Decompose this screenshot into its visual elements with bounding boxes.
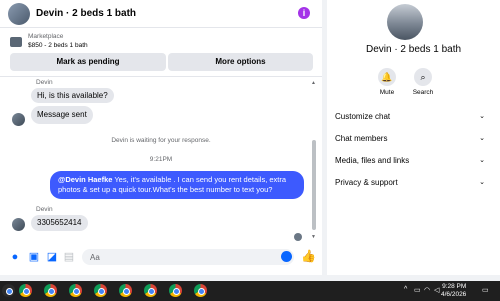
section-chat-members[interactable]: Chat members ⌄ — [335, 134, 485, 148]
gif-icon[interactable]: ▤ — [63, 251, 75, 263]
chevron-up-icon[interactable]: ^ — [404, 286, 407, 293]
message-timestamp: 9:21PM — [149, 156, 173, 163]
section-label: Media, files and links — [335, 156, 410, 165]
chat-panel: Devin · 2 beds 1 bath i Marketplace $850… — [0, 0, 322, 275]
section-privacy-support[interactable]: Privacy & support ⌄ — [335, 178, 485, 192]
taskbar-clock[interactable]: 9:28 PM 4/6/2026 — [441, 283, 466, 299]
more-options-button[interactable]: More options — [168, 53, 313, 71]
message-bubble[interactable]: Hi, is this available? — [31, 88, 114, 103]
chrome-icon[interactable] — [19, 284, 32, 297]
chevron-down-icon: ⌄ — [479, 135, 485, 142]
scroll-down-arrow-icon[interactable]: ▼ — [311, 234, 316, 240]
chrome-icon[interactable] — [119, 284, 132, 297]
message-bubble[interactable]: 3305652414 — [31, 215, 88, 231]
search-button[interactable]: ⌕ Search — [403, 68, 443, 96]
photo-icon[interactable]: ▣ — [28, 251, 40, 263]
chevron-down-icon: ⌄ — [479, 157, 485, 164]
section-customize-chat[interactable]: Customize chat ⌄ — [335, 112, 485, 126]
mention[interactable]: @Devin Haefke — [58, 175, 112, 184]
sender-name: Devin — [36, 79, 53, 86]
message-input-placeholder: Aa — [90, 253, 100, 262]
chevron-down-icon: ⌄ — [479, 113, 485, 120]
taskbar-time: 9:28 PM — [442, 283, 467, 290]
section-media-files-links[interactable]: Media, files and links ⌄ — [335, 156, 485, 170]
sender-avatar[interactable] — [12, 218, 25, 231]
conversation-info-panel: Devin · 2 beds 1 bath 🔔 Mute ⌕ Search Cu… — [327, 0, 500, 275]
section-label: Chat members — [335, 134, 388, 143]
message-input[interactable]: Aa — [82, 249, 294, 265]
divider — [0, 76, 322, 77]
mark-as-pending-button[interactable]: Mark as pending — [10, 53, 166, 71]
emoji-icon[interactable] — [281, 251, 292, 262]
section-label: Privacy & support — [335, 178, 398, 187]
volume-icon[interactable]: ◁ — [434, 286, 439, 294]
search-icon: ⌕ — [414, 68, 432, 86]
sticker-icon[interactable]: ◪ — [46, 251, 58, 263]
taskbar-date: 4/6/2026 — [441, 291, 467, 298]
system-notice: Devin is waiting for your response. — [111, 137, 211, 144]
windows-start-icon[interactable] — [2, 284, 15, 297]
section-label: Customize chat — [335, 112, 391, 121]
chat-title[interactable]: Devin · 2 beds 1 bath — [36, 8, 136, 19]
microphone-icon[interactable]: ● — [9, 251, 21, 263]
bell-icon: 🔔 — [378, 68, 396, 86]
notification-icon[interactable]: ▭ — [482, 286, 489, 294]
sender-avatar[interactable] — [12, 113, 25, 126]
like-icon[interactable]: 👍 — [301, 249, 316, 263]
scrollbar[interactable] — [312, 140, 316, 230]
listing-price-title: $850 - 2 beds 1 bath — [28, 42, 88, 49]
search-label: Search — [412, 89, 434, 96]
message-bubble[interactable]: Message sent — [31, 106, 93, 124]
taskbar: ^ ▭ ◠ ◁ 9:28 PM 4/6/2026 ▭ — [0, 281, 500, 301]
chrome-icon[interactable] — [94, 284, 107, 297]
outgoing-message-bubble[interactable]: @Devin Haefke Yes, it's available . I ca… — [50, 171, 304, 199]
seen-avatar — [294, 233, 302, 241]
marketplace-label: Marketplace — [28, 33, 64, 40]
chrome-icon[interactable] — [144, 284, 157, 297]
composer: ● ▣ ◪ ▤ Aa 👍 — [0, 248, 322, 268]
profile-avatar[interactable] — [387, 4, 423, 40]
chevron-down-icon: ⌄ — [479, 179, 485, 186]
marketplace-listing[interactable]: Marketplace $850 - 2 beds 1 bath — [10, 33, 310, 51]
profile-name: Devin · 2 beds 1 bath — [365, 44, 462, 55]
listing-thumbnail — [10, 37, 22, 47]
chat-header: Devin · 2 beds 1 bath i — [0, 0, 322, 28]
battery-icon[interactable]: ▭ — [414, 286, 421, 294]
mute-label: Mute — [379, 89, 395, 96]
sender-name: Devin — [36, 206, 53, 213]
mute-button[interactable]: 🔔 Mute — [367, 68, 407, 96]
chat-avatar[interactable] — [8, 3, 30, 25]
chrome-icon[interactable] — [69, 284, 82, 297]
wifi-icon[interactable]: ◠ — [424, 286, 430, 294]
info-icon[interactable]: i — [298, 7, 310, 19]
chrome-icon[interactable] — [169, 284, 182, 297]
chrome-icon[interactable] — [194, 284, 207, 297]
chrome-icon[interactable] — [44, 284, 57, 297]
scroll-up-arrow-icon[interactable]: ▲ — [311, 80, 316, 86]
